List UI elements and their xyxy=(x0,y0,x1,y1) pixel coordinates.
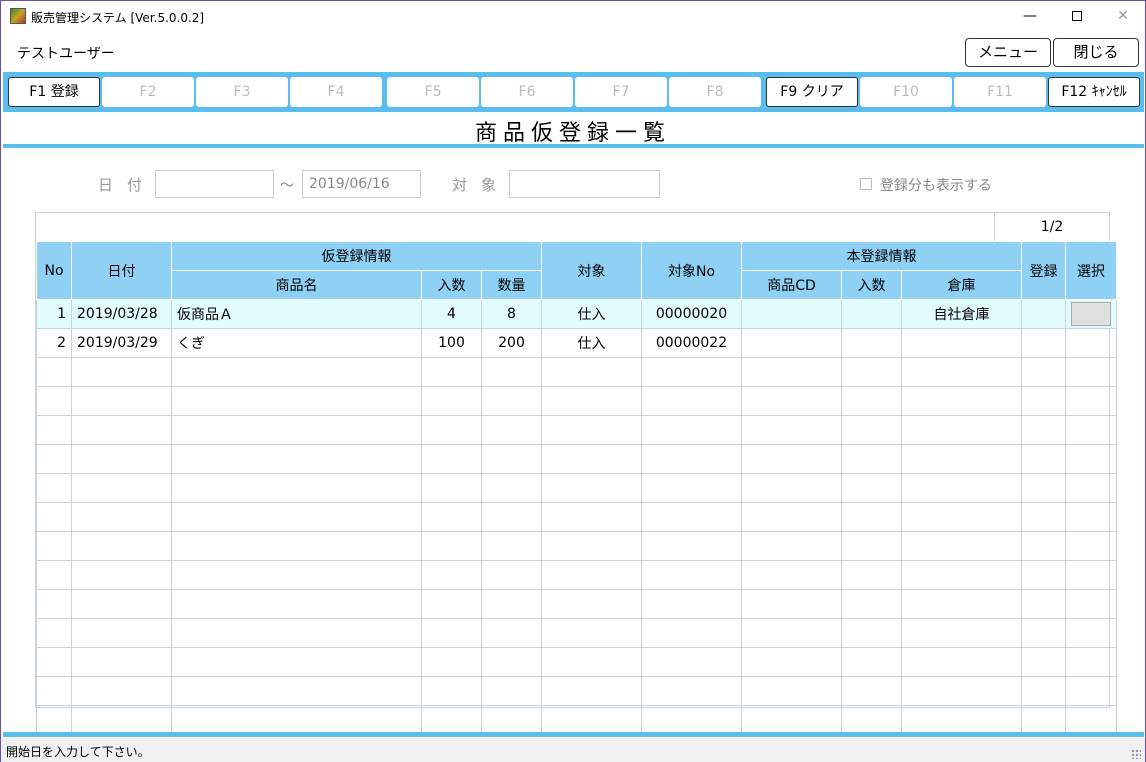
table-row[interactable]: 2 2019/03/29 くぎ 100 200 仕入 00000022 xyxy=(36,328,1117,358)
maximize-button[interactable] xyxy=(1054,1,1100,31)
status-message: 開始日を入力して下さい。 xyxy=(6,745,150,759)
date-label: 日付 xyxy=(98,176,157,194)
cell-qty-in[interactable]: 4 xyxy=(421,299,482,329)
empty-row[interactable] xyxy=(36,386,1117,416)
cell-no[interactable]: 2 xyxy=(36,328,72,358)
cell-select[interactable] xyxy=(1065,299,1117,329)
header-temp-qty-in: 入数 xyxy=(421,270,482,300)
cell-product-cd[interactable] xyxy=(741,299,842,329)
empty-row[interactable] xyxy=(36,444,1117,474)
empty-row[interactable] xyxy=(36,560,1117,590)
f4-button[interactable]: F4 xyxy=(290,77,382,107)
header-registered: 登録 xyxy=(1021,241,1066,300)
date-to-input[interactable]: 2019/06/16 xyxy=(302,170,421,198)
header-target-no: 対象No xyxy=(641,241,742,300)
f6-button[interactable]: F6 xyxy=(481,77,573,107)
f11-button[interactable]: F11 xyxy=(954,77,1046,107)
cell-date[interactable]: 2019/03/29 xyxy=(71,328,172,358)
header-target: 対象 xyxy=(541,241,642,300)
cell-target-no[interactable]: 00000022 xyxy=(641,328,742,358)
target-label: 対象 xyxy=(452,176,511,194)
empty-row[interactable] xyxy=(36,502,1117,532)
cell-date[interactable]: 2019/03/28 xyxy=(71,299,172,329)
f9-clear-button[interactable]: F9 クリア xyxy=(766,77,858,107)
page-title: 商品仮登録一覧 xyxy=(474,121,671,146)
header-warehouse: 倉庫 xyxy=(901,270,1022,300)
cell-select[interactable] xyxy=(1065,328,1117,358)
empty-row[interactable] xyxy=(36,589,1117,619)
f7-button[interactable]: F7 xyxy=(575,77,667,107)
empty-row[interactable] xyxy=(36,647,1117,677)
menu-button[interactable]: メニュー xyxy=(965,38,1051,67)
cell-target[interactable]: 仕入 xyxy=(541,299,642,329)
f10-button[interactable]: F10 xyxy=(860,77,952,107)
f2-button[interactable]: F2 xyxy=(102,77,194,107)
f5-button[interactable]: F5 xyxy=(387,77,479,107)
empty-row[interactable] xyxy=(36,705,1117,735)
function-key-bar: F1 登録 F2 F3 F4 F5 F6 F7 F8 F9 クリア F10 F1… xyxy=(3,72,1144,112)
maximize-icon xyxy=(1072,11,1082,21)
close-window-button[interactable]: ✕ xyxy=(1100,1,1146,31)
cell-qty-in[interactable]: 100 xyxy=(421,328,482,358)
header-product-name: 商品名 xyxy=(171,270,422,300)
registration-grid: No 日付 仮登録情報 対象 対象No 本登録情報 登録 選択 商品名 入数 数… xyxy=(36,241,1117,735)
header-no: No xyxy=(36,241,72,300)
cell-product-name[interactable]: 仮商品Ａ xyxy=(171,299,422,329)
header-product-cd: 商品CD xyxy=(741,270,842,300)
empty-row[interactable] xyxy=(36,676,1117,706)
target-input[interactable] xyxy=(509,170,660,198)
f1-register-button[interactable]: F1 登録 xyxy=(8,77,100,107)
cell-warehouse[interactable] xyxy=(901,328,1022,358)
f12-cancel-button[interactable]: F12 ｷｬﾝｾﾙ xyxy=(1048,77,1140,107)
header-select: 選択 xyxy=(1065,241,1117,300)
cell-target-no[interactable]: 00000020 xyxy=(641,299,742,329)
header-date: 日付 xyxy=(71,241,172,300)
date-from-input[interactable] xyxy=(155,170,274,198)
empty-row[interactable] xyxy=(36,473,1117,503)
user-name: テストユーザー xyxy=(17,46,115,62)
page-indicator: 1/2 xyxy=(994,213,1109,241)
empty-row[interactable] xyxy=(36,357,1117,387)
cell-main-qty-in[interactable] xyxy=(841,299,902,329)
f8-button[interactable]: F8 xyxy=(669,77,761,107)
cell-target[interactable]: 仕入 xyxy=(541,328,642,358)
cell-registered[interactable] xyxy=(1021,299,1066,329)
cell-warehouse[interactable]: 自社倉庫 xyxy=(901,299,1022,329)
empty-row[interactable] xyxy=(36,618,1117,648)
range-separator: ～ xyxy=(280,178,294,194)
header-main-qty-in: 入数 xyxy=(841,270,902,300)
table-row[interactable]: 1 2019/03/28 仮商品Ａ 4 8 仕入 00000020 自社倉庫 xyxy=(36,299,1117,329)
header-temp-group: 仮登録情報 xyxy=(171,241,542,271)
title-divider xyxy=(3,144,1144,148)
cell-product-cd[interactable] xyxy=(741,328,842,358)
status-bar: 開始日を入力して下さい。 xyxy=(1,738,1145,762)
close-button[interactable]: 閉じる xyxy=(1053,38,1139,67)
empty-row[interactable] xyxy=(36,531,1117,561)
cell-qty[interactable]: 8 xyxy=(481,299,542,329)
cell-main-qty-in[interactable] xyxy=(841,328,902,358)
show-registered-checkbox[interactable] xyxy=(860,178,872,190)
resize-grip-icon[interactable] xyxy=(1131,749,1141,759)
app-window: 販売管理システム [Ver.5.0.0.2] — ✕ テストユーザー メニュー … xyxy=(0,0,1146,762)
minimize-button[interactable]: — xyxy=(1007,1,1053,31)
empty-row[interactable] xyxy=(36,415,1117,445)
app-icon xyxy=(10,8,26,24)
header-main-group: 本登録情報 xyxy=(741,241,1022,271)
title-bar[interactable]: 販売管理システム [Ver.5.0.0.2] — ✕ xyxy=(1,1,1145,31)
header-temp-qty: 数量 xyxy=(481,270,542,300)
cell-no[interactable]: 1 xyxy=(36,299,72,329)
f3-button[interactable]: F3 xyxy=(196,77,288,107)
cell-registered[interactable] xyxy=(1021,328,1066,358)
show-registered-label[interactable]: 登録分も表示する xyxy=(880,175,992,195)
select-button[interactable] xyxy=(1071,302,1111,326)
window-title: 販売管理システム [Ver.5.0.0.2] xyxy=(31,11,205,25)
bottom-divider xyxy=(3,732,1144,737)
cell-qty[interactable]: 200 xyxy=(481,328,542,358)
cell-product-name[interactable]: くぎ xyxy=(171,328,422,358)
